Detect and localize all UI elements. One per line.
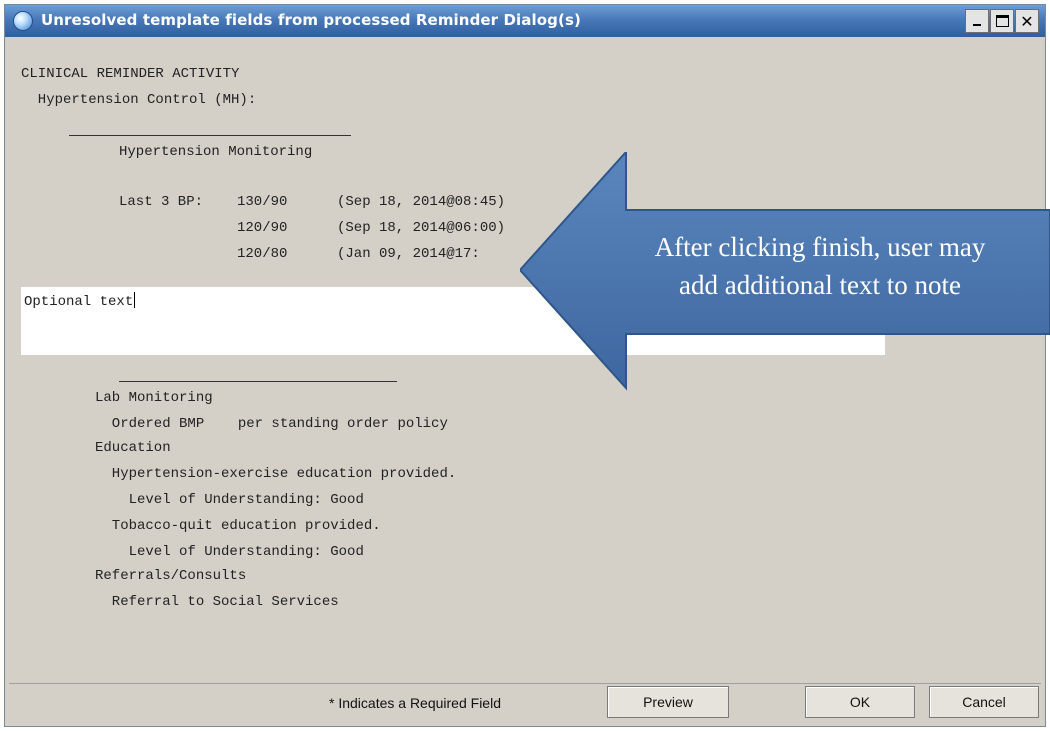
note-line: Lab Monitoring <box>95 390 213 406</box>
required-field-note: * Indicates a Required Field <box>329 695 501 711</box>
note-line: Level of Understanding: Good <box>95 544 364 560</box>
window-title: Unresolved template fields from processe… <box>41 11 581 29</box>
note-subheader: Hypertension Control (MH): <box>21 92 257 108</box>
note-line: Education <box>95 440 171 456</box>
bp-date: (Jan 09, 2014@17: <box>337 246 480 262</box>
maximize-icon <box>996 15 1009 27</box>
maximize-button[interactable] <box>990 9 1014 33</box>
note-line: Referrals/Consults <box>95 568 247 584</box>
section-title: Hypertension Monitoring <box>119 144 313 160</box>
note-line: Referral to Social Services <box>95 594 339 610</box>
close-button[interactable]: ✕ <box>1015 9 1039 33</box>
note-line: Tobacco-quit education provided. <box>95 518 381 534</box>
callout-text: After clicking finish, user may add addi… <box>590 228 1050 304</box>
bp-label: Last 3 BP: <box>119 194 204 210</box>
note-line: Ordered BMP per standing order policy <box>95 416 448 432</box>
dialog-footer: * Indicates a Required Field Preview OK … <box>9 683 1041 721</box>
optional-text-value: Optional text <box>24 292 136 310</box>
callout-line-2: add additional text to note <box>679 270 961 300</box>
close-icon: ✕ <box>1020 11 1034 31</box>
note-header: CLINICAL REMINDER ACTIVITY <box>21 66 240 82</box>
title-bar[interactable]: Unresolved template fields from processe… <box>5 5 1045 37</box>
optional-text-content: Optional text <box>24 294 134 310</box>
window-controls: ✕ <box>964 9 1039 33</box>
bp-date: (Sep 18, 2014@08:45) <box>337 194 506 210</box>
bp-value: 120/80 <box>237 246 288 262</box>
text-caret <box>134 292 136 308</box>
bp-value: 120/90 <box>237 220 288 236</box>
app-globe-icon <box>13 11 33 31</box>
section-divider <box>69 135 351 136</box>
ok-button[interactable]: OK <box>805 686 915 718</box>
minimize-button[interactable] <box>965 9 989 33</box>
bp-value: 130/90 <box>237 194 288 210</box>
preview-button[interactable]: Preview <box>607 686 729 718</box>
bp-date: (Sep 18, 2014@06:00) <box>337 220 506 236</box>
section-divider <box>119 381 397 382</box>
callout-line-1: After clicking finish, user may <box>654 232 986 262</box>
note-line: Level of Understanding: Good <box>95 492 364 508</box>
minimize-icon <box>973 24 981 26</box>
cancel-button[interactable]: Cancel <box>929 686 1039 718</box>
note-line: Hypertension-exercise education provided… <box>95 466 457 482</box>
